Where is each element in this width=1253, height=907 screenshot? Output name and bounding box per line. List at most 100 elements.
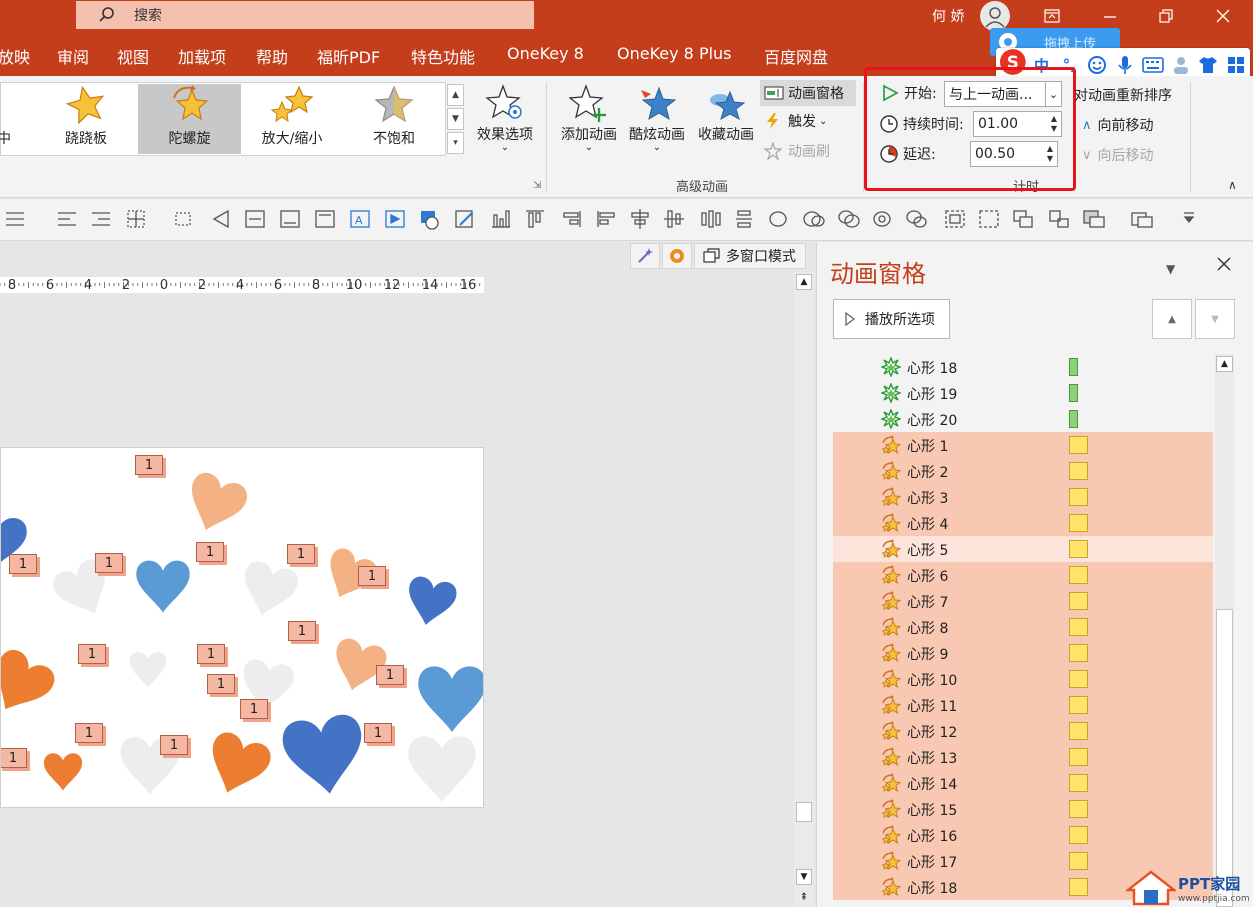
timeline-bar[interactable] [1069,774,1088,792]
timeline-bar[interactable] [1069,618,1088,636]
animation-pane-button[interactable]: 动画窗格 [760,80,856,106]
pane-close-button[interactable] [1216,256,1232,276]
animation-tag[interactable]: 1 [95,553,123,573]
timeline-bar[interactable] [1069,800,1088,818]
menu-foxit-pdf[interactable]: 福昕PDF [317,44,380,68]
gallery-down-button[interactable]: ▼ [447,108,464,130]
timeline-bar[interactable] [1069,722,1088,740]
search-box[interactable]: 搜索 [76,1,534,29]
gallery-up-button[interactable]: ▲ [447,84,464,106]
timeline-bar[interactable] [1069,462,1088,480]
animation-tag[interactable]: 1 [288,621,316,641]
timeline-bar[interactable] [1069,696,1088,714]
add-animation-button[interactable]: 添加动画 ⌄ [557,84,621,153]
animation-tag[interactable]: 1 [197,644,225,664]
menu-review[interactable]: 审阅 [57,44,89,68]
multiwindow-button[interactable]: 多窗口模式 [694,243,806,269]
animation-tag[interactable]: 1 [358,566,386,586]
trigger-button[interactable]: 触发 ⌄ [764,111,827,131]
scroll-thumb[interactable] [1216,609,1233,907]
menu-features[interactable]: 特色功能 [411,44,475,68]
animation-list-item[interactable]: 心形 3 [833,484,1213,510]
menu-view[interactable]: 视图 [117,44,149,68]
animation-list-item[interactable]: 心形 14 [833,770,1213,796]
animation-list-item[interactable]: 心形 18 [833,354,1213,380]
animation-list-item[interactable]: 心形 10 [833,666,1213,692]
scroll-thumb[interactable] [796,802,812,822]
play-selected-button[interactable]: 播放所选项 [833,299,950,339]
favorite-animation-button[interactable]: 收藏动画 [694,84,758,144]
animation-list-item[interactable]: 心形 2 [833,458,1213,484]
minimize-button[interactable] [1087,2,1133,30]
menu-onekey8[interactable]: OneKey 8 [507,44,584,63]
list-scrollbar[interactable]: ▲ [1215,354,1234,907]
animation-list[interactable]: 心形 18 心形 19 心形 20 心形 1 心形 2 心形 3 心形 4 心形 5 心形 6 心… [833,354,1215,907]
menu-help[interactable]: 帮助 [256,44,288,68]
timeline-bar[interactable] [1069,878,1088,896]
animation-tag[interactable]: 1 [135,455,163,475]
user-center-icon[interactable] [1170,54,1192,76]
gallery-item-spin[interactable]: 陀螺旋 [138,84,241,154]
microphone-icon[interactable] [1114,54,1136,76]
restore-button[interactable] [1143,2,1189,30]
animation-tag[interactable]: 1 [160,735,188,755]
move-up-button[interactable]: ▲ [1152,299,1192,339]
animation-tag[interactable]: 1 [364,723,392,743]
emoji-icon[interactable] [1086,54,1108,76]
timeline-bar[interactable] [1069,488,1088,506]
animation-tag[interactable]: 1 [376,665,404,685]
move-later-button[interactable]: ∨ 向后移动 [1082,145,1154,165]
timeline-bar[interactable] [1069,566,1088,584]
animation-tag[interactable]: 1 [240,699,268,719]
gallery-item-grow-shrink[interactable]: 放大/缩小 [244,84,340,154]
timeline-bar[interactable] [1069,436,1088,454]
pane-options-icon[interactable]: ▼ [1166,262,1175,276]
animation-list-item[interactable]: 心形 4 [833,510,1213,536]
timeline-bar[interactable] [1069,410,1078,428]
animation-tag[interactable]: 1 [78,644,106,664]
editor-scrollbar[interactable]: ▲ ▼ ⇞ [794,272,814,907]
timeline-bar[interactable] [1069,670,1088,688]
animation-tag[interactable]: 1 [196,542,224,562]
menu-onekey8-plus[interactable]: OneKey 8 Plus [617,44,732,63]
gallery-item-center[interactable]: 中 [0,84,22,154]
animation-painter-button[interactable]: 动画刷 [764,141,830,161]
animation-list-item[interactable]: 心形 5 [833,536,1213,562]
move-down-button[interactable]: ▼ [1195,299,1235,339]
scroll-up-button[interactable]: ▲ [1216,356,1233,372]
menu-addins[interactable]: 加载项 [178,44,226,68]
slide-hearts[interactable] [1,448,484,808]
keyboard-icon[interactable] [1141,54,1164,76]
gallery-item-desaturate[interactable]: 不饱和 [346,84,442,154]
animation-list-item[interactable]: 心形 16 [833,822,1213,848]
timeline-bar[interactable] [1069,514,1088,532]
scroll-down-button[interactable]: ▼ [796,869,812,885]
animation-list-item[interactable]: 心形 20 [833,406,1213,432]
animation-list-item[interactable]: 心形 19 [833,380,1213,406]
menu-baidu-netdisk[interactable]: 百度网盘 [764,44,828,68]
gallery-item-seesaw[interactable]: 跷跷板 [38,84,134,154]
dialog-launcher-icon[interactable]: ⇲ [533,180,541,191]
scroll-up-button[interactable]: ▲ [796,274,812,290]
settings-button[interactable] [662,243,692,269]
animation-list-item[interactable]: 心形 15 [833,796,1213,822]
close-button[interactable] [1200,2,1246,30]
timeline-bar[interactable] [1069,592,1088,610]
animation-list-item[interactable]: 心形 11 [833,692,1213,718]
gallery-more-button[interactable]: ▾ [447,132,464,154]
animation-tag[interactable]: 1 [207,674,235,694]
animation-tag[interactable]: 1 [1,748,27,768]
animation-list-item[interactable]: 心形 12 [833,718,1213,744]
slide-canvas[interactable]: 1 1 1 1 1 1 1 1 1 1 1 1 1 1 1 1 [0,447,484,808]
cool-animation-button[interactable]: 酷炫动画 ⌄ [625,84,689,153]
timeline-bar[interactable] [1069,852,1088,870]
avatar[interactable] [980,1,1010,31]
collapse-ribbon-icon[interactable]: ∧ [1228,178,1237,192]
animation-tag[interactable]: 1 [287,544,315,564]
timeline-bar[interactable] [1069,358,1078,376]
timeline-bar[interactable] [1069,748,1088,766]
timeline-bar[interactable] [1069,540,1088,558]
timeline-bar[interactable] [1069,644,1088,662]
user-name[interactable]: 何 娇 [932,6,964,26]
animation-tag[interactable]: 1 [9,554,37,574]
